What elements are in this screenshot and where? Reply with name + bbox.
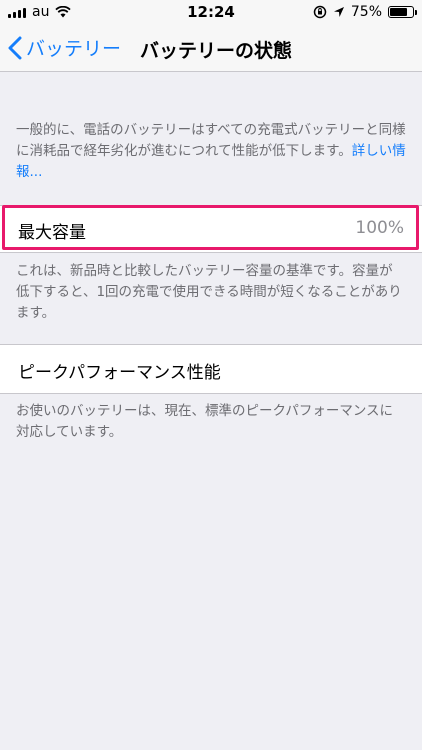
location-arrow-icon (333, 7, 344, 17)
status-right: 75% (313, 4, 417, 20)
back-button[interactable]: バッテリー (8, 34, 121, 61)
intro-description: 一般的に、電話のバッテリーはすべての充電式バッテリーと同様に消耗品で経年劣化が進… (16, 120, 406, 183)
peak-performance-label: ピークパフォーマンス性能 (18, 363, 221, 383)
intro-text: 一般的に、電話のバッテリーはすべての充電式バッテリーと同様に消耗品で経年劣化が進… (16, 122, 406, 159)
peak-performance-row: ピークパフォーマンス性能 (0, 344, 422, 394)
page-title: バッテリーの状態 (140, 40, 293, 62)
battery-percentage: 75% (350, 4, 382, 20)
battery-level-fill (390, 8, 407, 16)
back-button-label: バッテリー (26, 38, 122, 60)
max-capacity-footer: これは、新品時と比較したバッテリー容量の基準です。容量が低下すると、1回の充電で… (16, 263, 402, 321)
max-capacity-label: 最大容量 (18, 223, 86, 243)
status-bar: au 12:24 75% (0, 0, 422, 24)
navigation-bar: バッテリー バッテリーの状態 (0, 24, 422, 72)
battery-icon (388, 6, 417, 18)
peak-performance-footer: お使いのバッテリーは、現在、標準のピークパフォーマンスに対応しています。 (16, 403, 394, 440)
rotation-lock-icon (313, 5, 327, 19)
max-capacity-row: 最大容量 100% (0, 205, 422, 253)
chevron-left-icon (8, 36, 22, 59)
max-capacity-value: 100% (355, 218, 404, 238)
